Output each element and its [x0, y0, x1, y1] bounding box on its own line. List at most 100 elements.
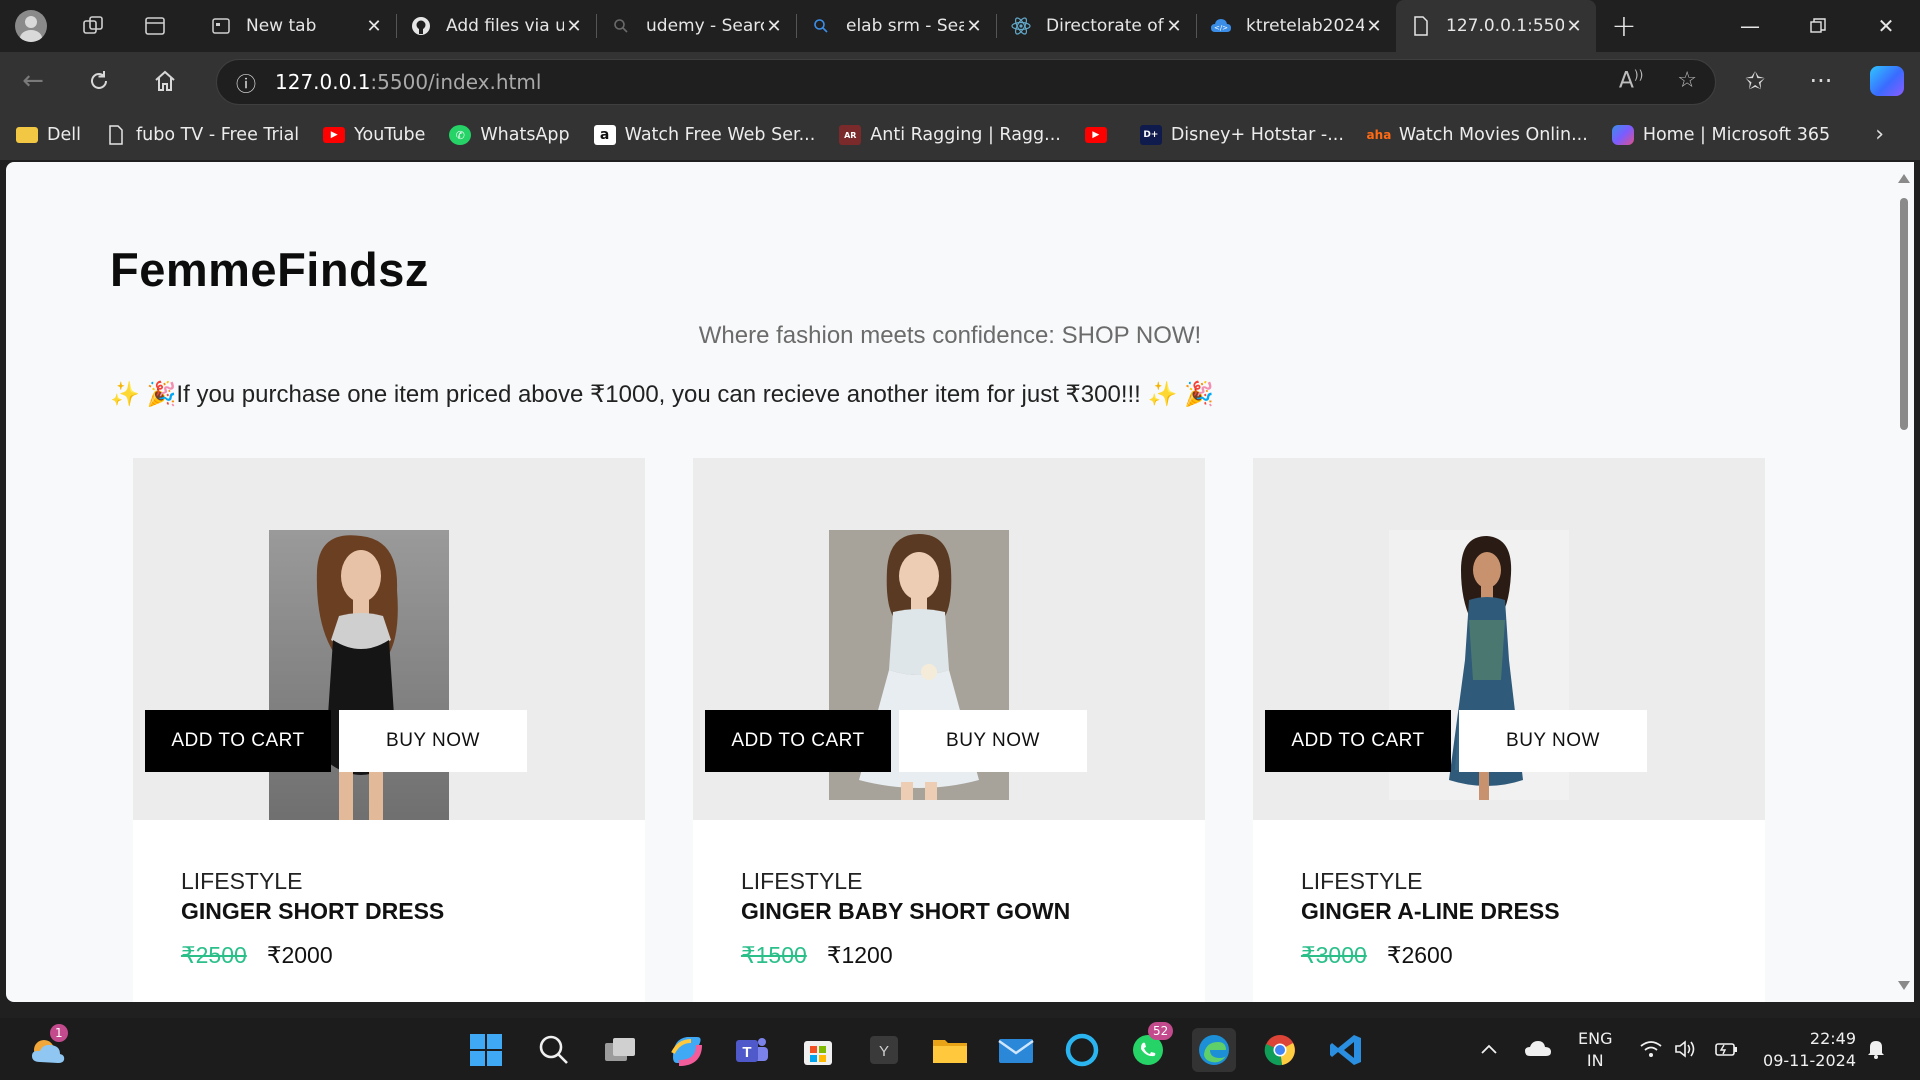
minimize-button[interactable]: —: [1716, 0, 1784, 52]
buy-now-button[interactable]: BUY NOW: [899, 710, 1087, 772]
notification-bell-icon[interactable]: [1866, 1018, 1886, 1080]
address-bar-actions: A)) ☆: [1619, 68, 1697, 93]
vscode-icon[interactable]: [1324, 1028, 1368, 1072]
tab-actions-icon[interactable]: [124, 0, 186, 52]
bookmark-whatsapp[interactable]: ✆ WhatsApp: [449, 125, 570, 145]
favorites-icon[interactable]: ✩: [1722, 52, 1788, 110]
store-icon[interactable]: [796, 1028, 840, 1072]
new-tab-button[interactable]: +: [1596, 0, 1652, 52]
sale-price: ₹1200: [826, 942, 893, 968]
volume-icon[interactable]: [1674, 1018, 1698, 1080]
wifi-icon[interactable]: [1640, 1018, 1662, 1080]
close-icon[interactable]: ✕: [364, 16, 384, 37]
product-prices: ₹3000 ₹2600: [1301, 942, 1453, 969]
tab-title: 127.0.0.1:5500/index.html: [1446, 16, 1564, 36]
cortana-icon[interactable]: [1060, 1028, 1104, 1072]
copilot-icon[interactable]: [1854, 52, 1920, 110]
tab-localhost[interactable]: 127.0.0.1:5500/index.html ✕: [1396, 0, 1596, 52]
tab-elab-search[interactable]: elab srm - Search ✕: [796, 0, 996, 52]
tab-title: ktretelab2024: [1246, 16, 1364, 36]
site-info-icon[interactable]: ⓘ: [217, 68, 275, 97]
edge-icon[interactable]: [1192, 1028, 1236, 1072]
task-view-icon[interactable]: [598, 1028, 642, 1072]
tab-udemy-search[interactable]: udemy - Search ✕: [596, 0, 796, 52]
react-icon: [1010, 15, 1032, 37]
svg-text:T: T: [742, 1044, 751, 1061]
product-image-area: ADD TO CART BUY NOW: [1253, 458, 1765, 820]
antiragging-icon: AR: [839, 125, 862, 145]
product-card: ADD TO CART BUY NOW LIFESTYLE GINGER SHO…: [133, 458, 645, 1002]
read-aloud-icon[interactable]: A)): [1619, 68, 1643, 93]
onedrive-icon[interactable]: [1524, 1018, 1552, 1080]
product-info: LIFESTYLE GINGER BABY SHORT GOWN ₹1500 ₹1…: [693, 820, 1205, 1002]
file-explorer-icon[interactable]: [928, 1028, 972, 1072]
tab-directorate[interactable]: Directorate of ✕: [996, 0, 1196, 52]
newtab-icon: [210, 15, 232, 37]
favorite-star-icon[interactable]: ☆: [1677, 68, 1697, 93]
bookmark-dell[interactable]: Dell: [16, 125, 81, 145]
close-window-button[interactable]: ✕: [1852, 0, 1920, 52]
battery-icon[interactable]: [1712, 1018, 1738, 1080]
show-hidden-icons[interactable]: [1480, 1018, 1498, 1080]
chevron-right-icon[interactable]: ›: [1875, 122, 1884, 147]
tab-title: New tab: [246, 16, 317, 36]
close-icon[interactable]: ✕: [964, 16, 984, 37]
refresh-button[interactable]: [66, 52, 132, 110]
close-icon[interactable]: ✕: [564, 16, 584, 37]
tab-ktretelab[interactable]: </> ktretelab2024 ✕: [1196, 0, 1396, 52]
add-to-cart-button[interactable]: ADD TO CART: [705, 710, 891, 772]
y-app-icon[interactable]: Y: [862, 1028, 906, 1072]
youtube-icon: ▶: [1084, 127, 1107, 143]
start-icon[interactable]: [464, 1028, 508, 1072]
bookmark-aha[interactable]: aha Watch Movies Onlin...: [1367, 125, 1588, 145]
copilot-app-icon[interactable]: [664, 1028, 708, 1072]
tab-new-tab[interactable]: New tab ✕: [196, 0, 396, 52]
chrome-icon[interactable]: [1258, 1028, 1302, 1072]
page-scrollbar[interactable]: [1894, 162, 1914, 1002]
browser-nav-bar: ← ⓘ 127.0.0.1:5500/index.html A)) ☆ ✩ ··…: [0, 52, 1920, 110]
folder-icon: [16, 127, 38, 143]
address-bar[interactable]: ⓘ 127.0.0.1:5500/index.html A)) ☆: [216, 59, 1716, 105]
widgets-badge: 1: [50, 1024, 68, 1042]
tab-github[interactable]: Add files via upload ✕: [396, 0, 596, 52]
add-to-cart-button[interactable]: ADD TO CART: [1265, 710, 1451, 772]
more-options-icon[interactable]: ···: [1788, 52, 1854, 110]
bookmark-amazon[interactable]: a Watch Free Web Ser...: [593, 125, 815, 145]
teams-icon[interactable]: T: [730, 1028, 774, 1072]
search-icon: [610, 15, 632, 37]
scroll-thumb[interactable]: [1900, 198, 1908, 430]
bookmark-antiragging[interactable]: AR Anti Ragging | Ragg...: [839, 125, 1061, 145]
weather-widget-icon[interactable]: 1: [26, 1024, 70, 1072]
scroll-down-icon[interactable]: [1898, 981, 1910, 990]
close-icon[interactable]: ✕: [764, 16, 784, 37]
bookmark-label: Anti Ragging | Ragg...: [870, 125, 1061, 145]
product-info: LIFESTYLE GINGER A-LINE DRESS ₹3000 ₹2600: [1253, 820, 1765, 1002]
github-icon: [410, 15, 432, 37]
bookmark-label: Watch Movies Onlin...: [1398, 125, 1588, 145]
amazon-icon: a: [593, 125, 616, 145]
page-viewport: FemmeFindsz Where fashion meets confiden…: [6, 162, 1894, 1002]
bookmark-hotstar[interactable]: D+ Disney+ Hotstar -...: [1139, 125, 1344, 145]
bookmark-youtube-2[interactable]: ▶: [1084, 127, 1116, 143]
mail-icon[interactable]: [994, 1028, 1038, 1072]
profile-button[interactable]: [0, 0, 62, 52]
add-to-cart-button[interactable]: ADD TO CART: [145, 710, 331, 772]
back-button[interactable]: ←: [0, 52, 66, 110]
bookmark-fubo[interactable]: fubo TV - Free Trial: [105, 125, 299, 145]
restore-button[interactable]: [1784, 0, 1852, 52]
language-indicator[interactable]: ENG IN: [1578, 1028, 1612, 1072]
system-clock[interactable]: 22:49 09-11-2024: [1763, 1028, 1856, 1072]
bookmark-youtube[interactable]: ▶ YouTube: [323, 125, 425, 145]
workspaces-icon[interactable]: [62, 0, 124, 52]
close-icon[interactable]: ✕: [1564, 16, 1584, 37]
bookmark-m365[interactable]: Home | Microsoft 365: [1611, 125, 1830, 145]
scroll-up-icon[interactable]: [1898, 174, 1910, 183]
close-icon[interactable]: ✕: [1164, 16, 1184, 37]
search-icon: [810, 15, 832, 37]
close-icon[interactable]: ✕: [1364, 16, 1384, 37]
search-icon[interactable]: [532, 1028, 576, 1072]
whatsapp-icon[interactable]: 52: [1126, 1022, 1174, 1072]
buy-now-button[interactable]: BUY NOW: [339, 710, 527, 772]
home-button[interactable]: [132, 52, 198, 110]
buy-now-button[interactable]: BUY NOW: [1459, 710, 1647, 772]
